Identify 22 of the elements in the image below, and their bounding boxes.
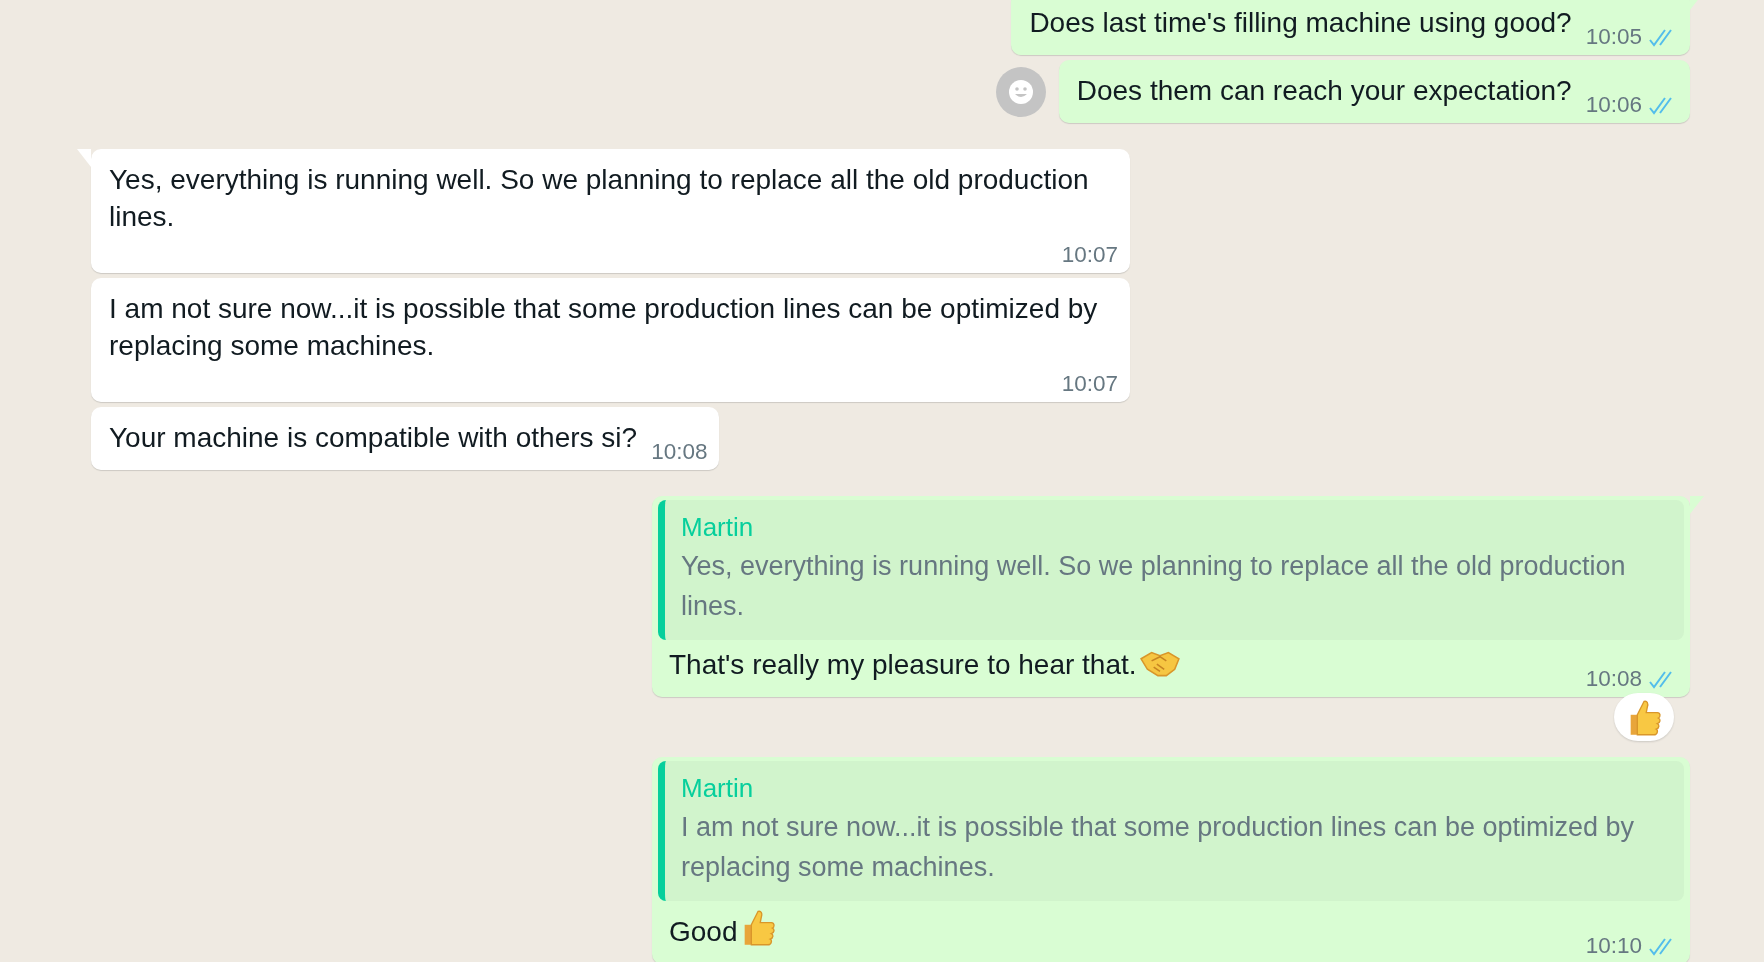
message-text: Does them can reach your expectation? (1076, 75, 1572, 106)
message-time: 10:07 (1061, 243, 1118, 267)
message-time: 10:07 (1061, 372, 1118, 396)
message-text: Yes, everything is running well. So we planning to replace all the old production lines. (109, 164, 1089, 232)
message-time: 10:05 (1585, 25, 1642, 49)
message-text: That's really my pleasure to hear that. (669, 649, 1137, 680)
message-text: Your machine is compatible with others si? (109, 422, 638, 453)
quoted-message[interactable]: Martin Yes, everything is running well. So we planning to replace all the old production lines. (658, 500, 1684, 640)
quote-author: Martin (681, 773, 755, 803)
quote-text: I am not sure now...it is possible that some production lines can be optimized by replacing some machines. (681, 811, 1635, 884)
quoted-message[interactable]: Martin I am not sure now...it is possible that some production lines can be optimized by replacing some machines. (658, 761, 1684, 901)
message-text: I am not sure now...it is possible that some production lines can be optimized by replacing some machines. (109, 293, 1098, 361)
message-text: Does last time's filling machine using good? (1029, 7, 1572, 38)
message-time: 10:06 (1585, 93, 1642, 117)
message-time: 10:08 (1585, 667, 1642, 691)
reaction-badge[interactable] (1614, 693, 1674, 741)
message-time: 10:10 (1585, 934, 1642, 958)
quote-text: Yes, everything is running well. So we planning to replace all the old production lines. (681, 550, 1627, 623)
smiley-icon[interactable] (995, 66, 1046, 117)
message-time: 10:08 (651, 440, 708, 464)
message-text: Good (669, 916, 738, 947)
quote-author: Martin (681, 512, 755, 542)
